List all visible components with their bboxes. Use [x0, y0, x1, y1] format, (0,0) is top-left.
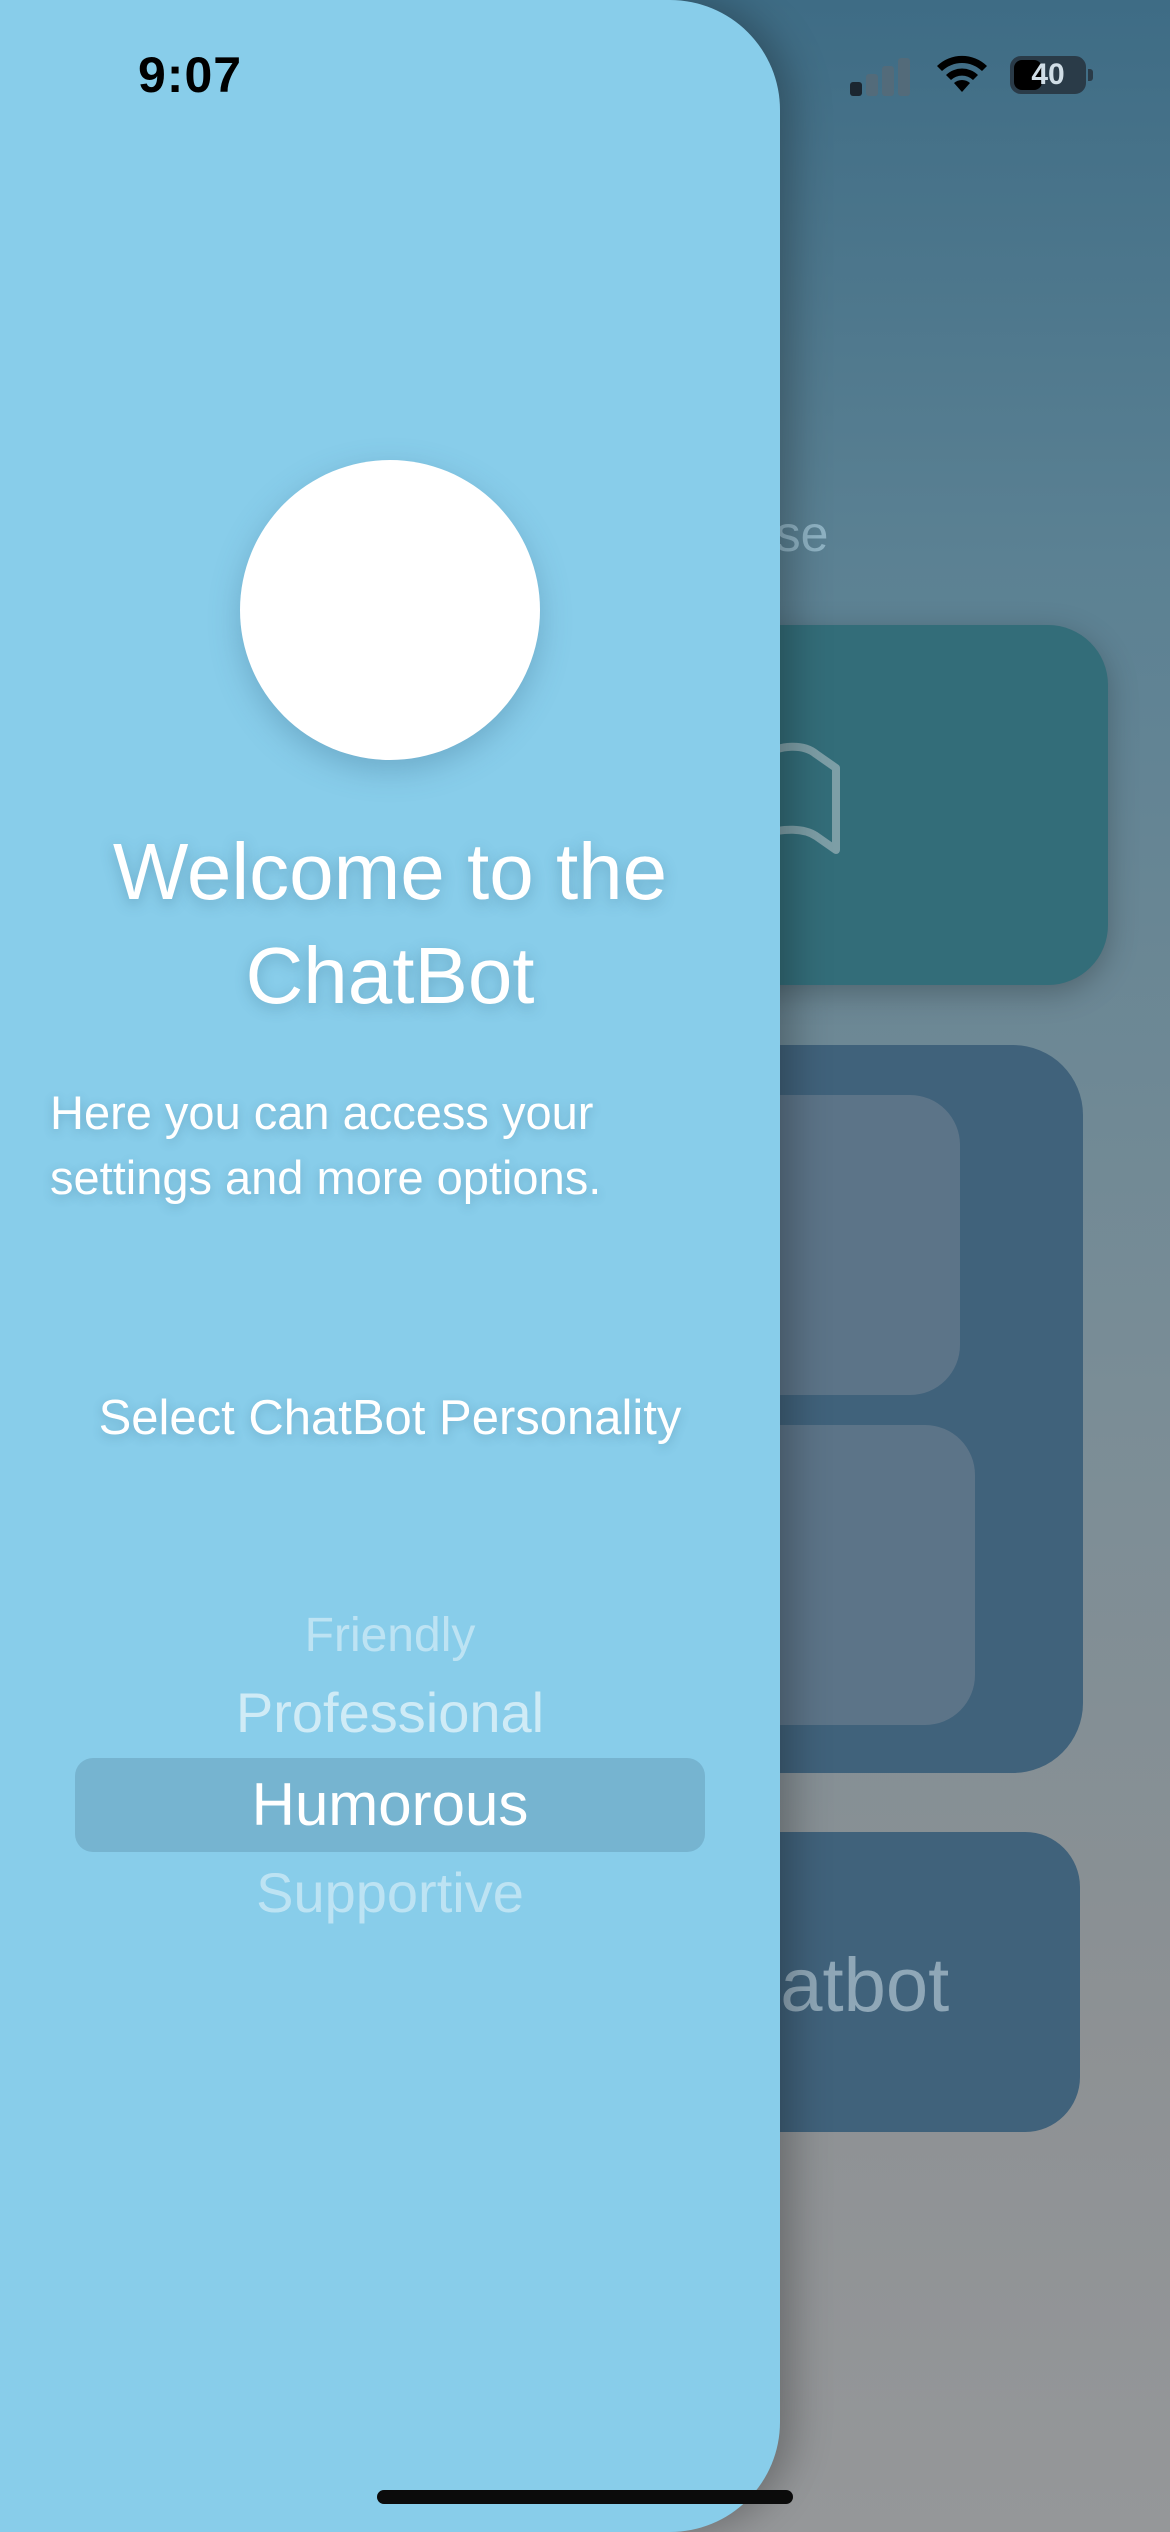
drawer-title: Welcome to the ChatBot [112, 827, 668, 1020]
drawer-subtitle: Here you can access your settings and mo… [50, 1086, 602, 1204]
personality-picker[interactable]: Friendly Professional Humorous Supportiv… [75, 1600, 705, 1940]
personality-label: Select ChatBot Personality [98, 1391, 682, 1445]
screen: hose hatbot Welcome to the ChatBot Here … [0, 0, 1170, 2532]
status-icons: 40 [850, 52, 1093, 102]
avatar[interactable] [240, 460, 540, 760]
battery-icon: 40 [1010, 56, 1086, 94]
picker-option-professional[interactable]: Professional [75, 1680, 705, 1745]
battery-level: 40 [1031, 58, 1065, 91]
picker-option-friendly[interactable]: Friendly [75, 1608, 705, 1663]
status-time: 9:07 [138, 47, 243, 103]
picker-option-supportive[interactable]: Supportive [75, 1860, 705, 1925]
side-drawer [0, 0, 780, 2532]
cellular-signal-icon [850, 52, 910, 96]
picker-option-humorous[interactable]: Humorous [75, 1770, 705, 1839]
wifi-icon [937, 55, 987, 92]
home-indicator[interactable] [377, 2490, 793, 2504]
